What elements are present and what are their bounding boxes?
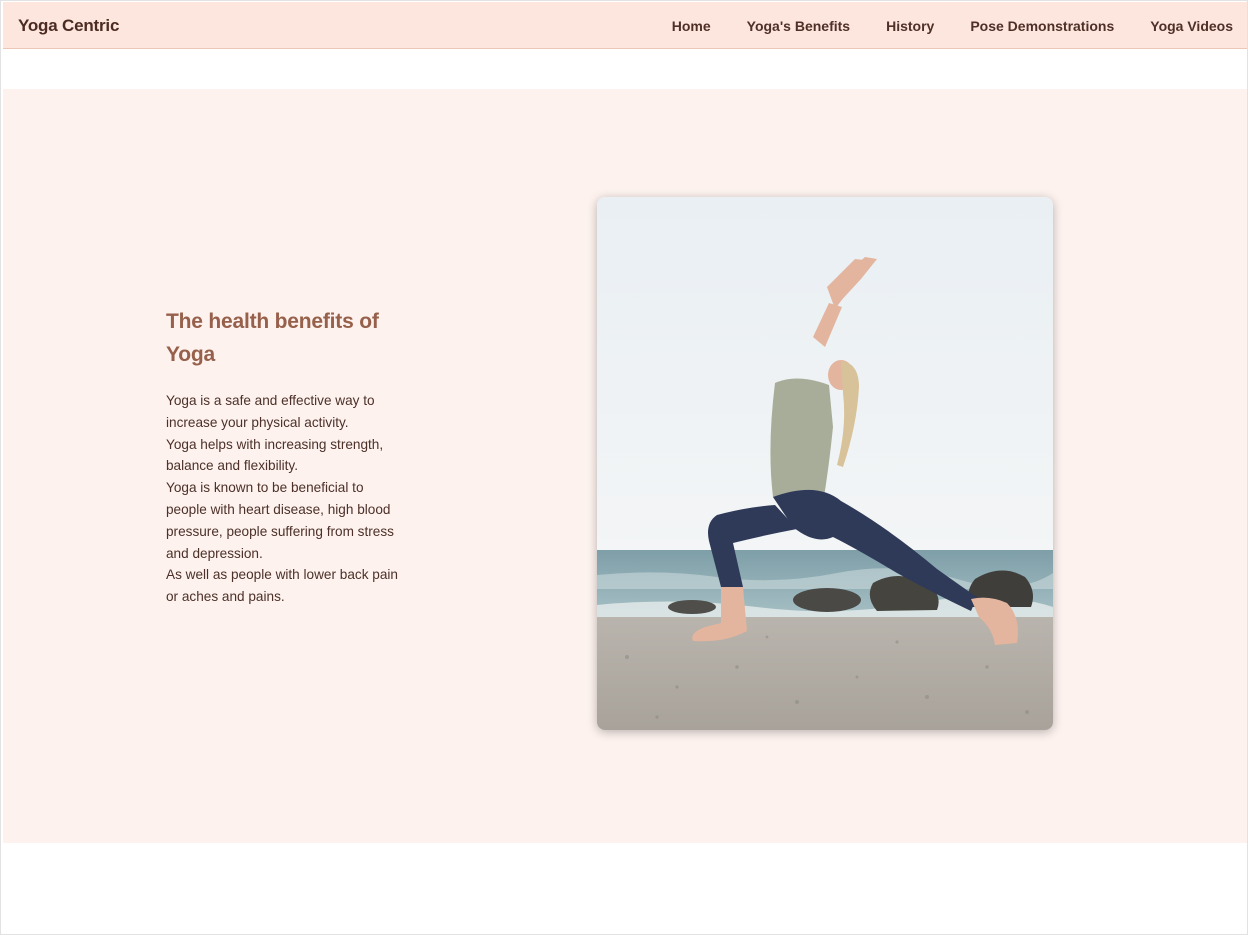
nav-yogas-benefits[interactable]: Yoga's Benefits [747,18,850,34]
benefit-paragraph: Yoga is a safe and effective way to incr… [166,393,375,430]
hero-section: The health benefits of Yoga Yoga is a sa… [3,89,1247,843]
nav-history[interactable]: History [886,18,934,34]
benefit-paragraph: Yoga helps with increasing strength, bal… [166,436,384,474]
main-nav: Home Yoga's Benefits History Pose Demons… [636,2,1233,49]
hero-description: Yoga is a safe and effective way to incr… [166,390,398,608]
nav-pose-demonstrations[interactable]: Pose Demonstrations [970,18,1114,34]
benefit-paragraph: As well as people with lower back pain o… [166,567,398,605]
nav-yoga-videos[interactable]: Yoga Videos [1150,18,1233,34]
nav-home[interactable]: Home [672,18,711,34]
top-navbar: Yoga Centric Home Yoga's Benefits Histor… [3,2,1247,49]
benefit-paragraph: Yoga is known to be beneficial to people… [166,480,394,561]
hero-title: The health benefits of Yoga [166,310,379,366]
yoga-pose-illustration [597,197,1053,730]
yoga-pose-image [597,197,1053,730]
brand-logo-link[interactable]: Yoga Centric [18,16,119,36]
page-frame: Yoga Centric Home Yoga's Benefits Histor… [0,0,1248,935]
